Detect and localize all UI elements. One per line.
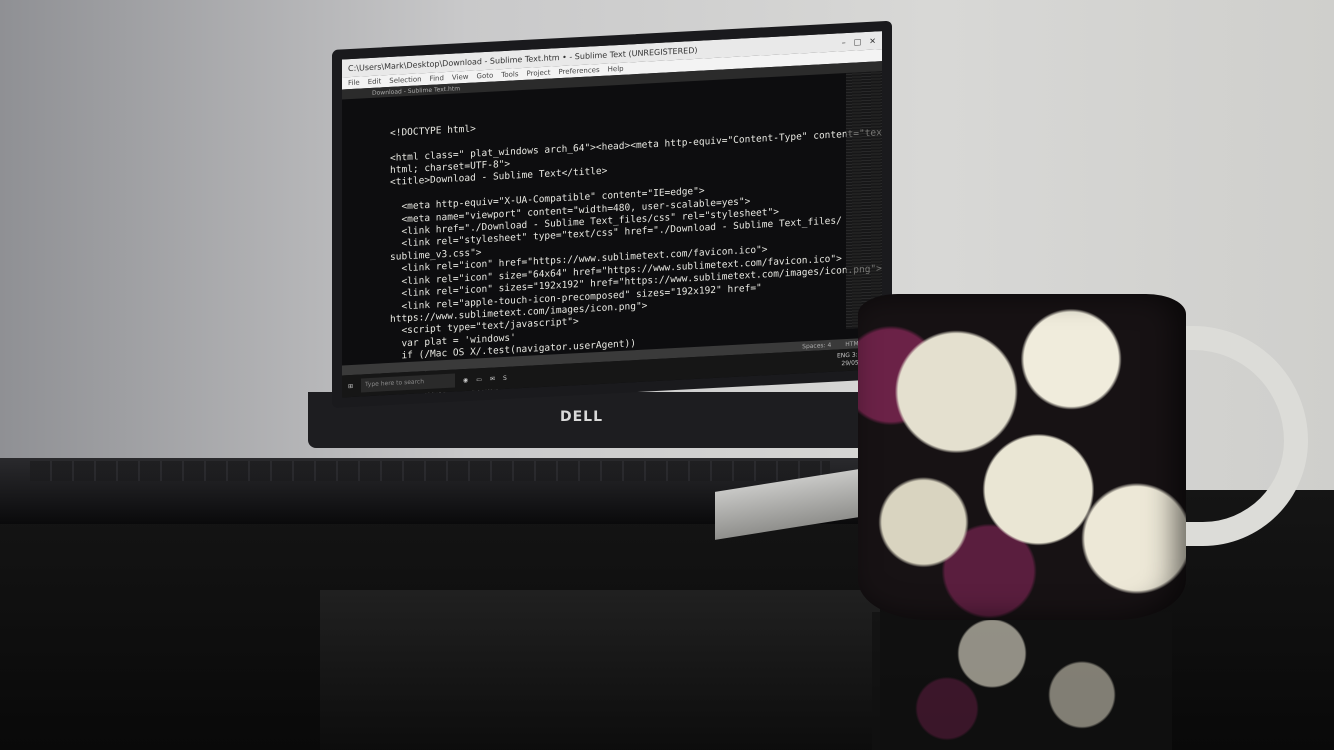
code-editor[interactable]: <!DOCTYPE html> <html class=" plat_windo… (342, 71, 892, 408)
mug-reflection (872, 612, 1172, 750)
windows-start-icon[interactable]: ⊞ (348, 382, 353, 389)
menu-item-selection[interactable]: Selection (389, 75, 421, 85)
folder-icon[interactable]: ▭ (476, 376, 482, 383)
laptop-screen: C:\Users\Mark\Desktop\Download - Sublime… (332, 20, 892, 409)
laptop-reflection (320, 590, 880, 750)
menu-item-help[interactable]: Help (608, 65, 624, 74)
photo-scene: DELL C:\Users\Mark\Desktop\Download - Su… (0, 0, 1334, 750)
menu-item-file[interactable]: File (348, 79, 360, 88)
indent-status[interactable]: Spaces: 4 (802, 341, 831, 350)
menu-item-edit[interactable]: Edit (368, 77, 382, 86)
menu-item-project[interactable]: Project (527, 69, 551, 78)
floral-mug (858, 294, 1186, 620)
close-icon[interactable]: ✕ (869, 36, 876, 45)
menu-item-preferences[interactable]: Preferences (558, 66, 599, 76)
sublime-icon[interactable]: S (503, 374, 507, 381)
lang-indicator: ENG (836, 351, 850, 360)
mail-icon[interactable]: ✉ (490, 375, 495, 382)
minimize-icon[interactable]: – (842, 38, 846, 47)
maximize-icon[interactable]: □ (854, 37, 862, 46)
dell-logo: DELL (560, 409, 604, 425)
laptop-keyboard (30, 461, 830, 481)
menu-item-goto[interactable]: Goto (477, 72, 494, 81)
taskbar-search[interactable]: Type here to search (361, 373, 456, 393)
minimap[interactable] (846, 71, 882, 330)
menu-item-find[interactable]: Find (430, 74, 444, 83)
chrome-icon[interactable]: ◉ (463, 376, 468, 383)
window-controls: – □ ✕ (842, 36, 876, 47)
menu-item-view[interactable]: View (452, 73, 469, 82)
menu-item-tools[interactable]: Tools (501, 70, 518, 79)
